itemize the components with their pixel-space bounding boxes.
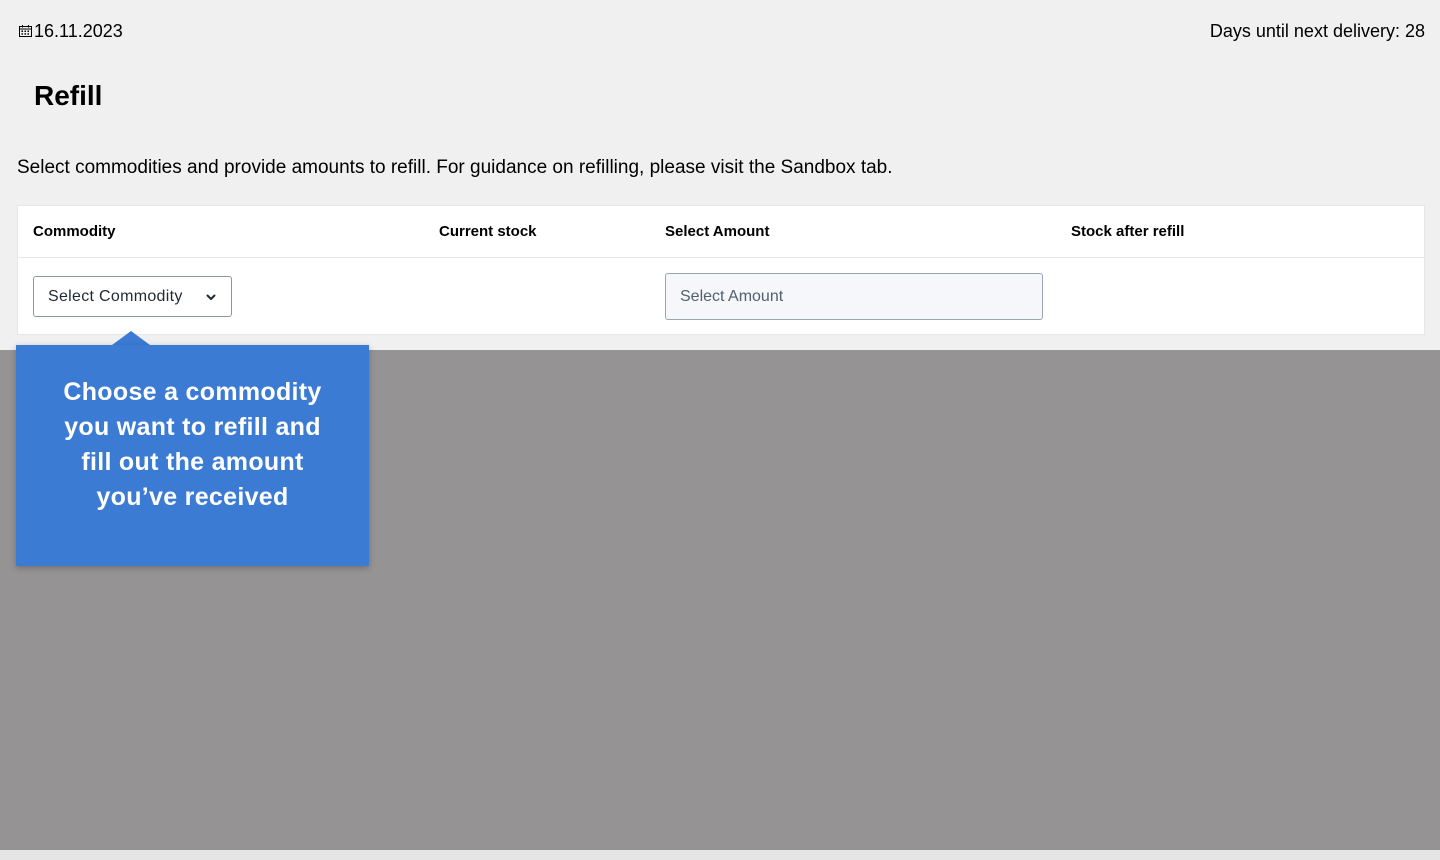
tooltip-arrow bbox=[112, 331, 150, 345]
tooltip-text: Choose a commodity you want to refill an… bbox=[63, 378, 322, 511]
column-header-commodity: Commodity bbox=[33, 223, 116, 240]
page: 16.11.2023 Days until next delivery: 28 … bbox=[0, 0, 1440, 860]
commodity-select-label: Select Commodity bbox=[48, 287, 183, 305]
calendar-icon bbox=[19, 25, 32, 37]
intro-text: Select commodities and provide amounts t… bbox=[17, 157, 893, 178]
onboarding-tooltip[interactable]: Choose a commodity you want to refill an… bbox=[16, 345, 369, 566]
top-bar: 16.11.2023 Days until next delivery: 28 bbox=[19, 19, 1425, 43]
refill-table: Commodity Current stock Select Amount St… bbox=[17, 205, 1425, 335]
delivery-countdown: Days until next delivery: 28 bbox=[1209, 20, 1425, 41]
table-row: Select Commodity bbox=[18, 258, 1424, 335]
date-text: 16.11.2023 bbox=[34, 20, 123, 41]
date-display: 16.11.2023 bbox=[19, 21, 123, 42]
chevron-down-icon bbox=[205, 290, 217, 302]
table-header: Commodity Current stock Select Amount St… bbox=[18, 206, 1424, 258]
column-header-current-stock: Current stock bbox=[439, 223, 537, 240]
column-header-stock-after-refill: Stock after refill bbox=[1071, 223, 1185, 240]
bottom-strip bbox=[0, 850, 1440, 860]
page-title: Refill bbox=[34, 80, 103, 111]
column-header-select-amount: Select Amount bbox=[665, 223, 770, 240]
commodity-select[interactable]: Select Commodity bbox=[33, 276, 232, 317]
amount-input[interactable] bbox=[665, 273, 1043, 320]
